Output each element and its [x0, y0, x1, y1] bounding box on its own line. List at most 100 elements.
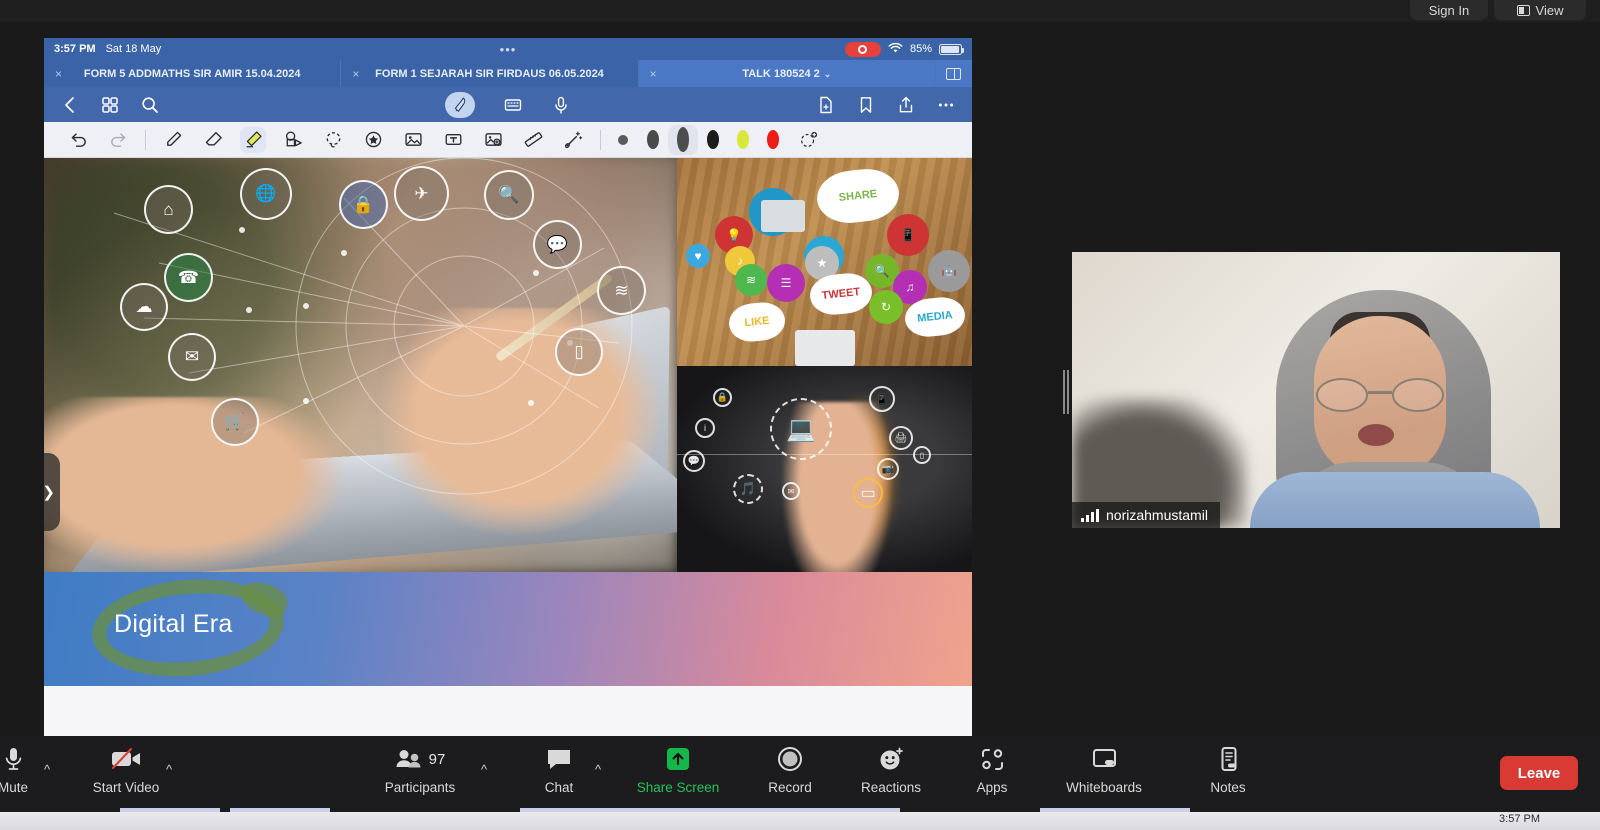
keyboard-icon[interactable]	[503, 95, 523, 115]
chat-button[interactable]: Chat	[516, 744, 602, 795]
search-icon[interactable]	[140, 95, 160, 115]
laptop-shape	[795, 330, 855, 366]
participants-icon: 97	[395, 744, 445, 774]
zoom-top-bar: Sign In View	[0, 0, 1600, 22]
tab-close-icon[interactable]: ×	[55, 67, 62, 81]
ipad-multitask-dots[interactable]: •••	[500, 42, 517, 57]
glasses	[1316, 378, 1444, 412]
share-screen-button[interactable]: Share Screen	[635, 744, 721, 795]
sidebar-toggle-icon	[946, 67, 962, 80]
record-button[interactable]: Record	[747, 744, 833, 795]
airplane-icon: ✈	[394, 166, 449, 221]
note-tab-bar: × FORM 5 ADDMATHS SIR AMIR 15.04.2024 × …	[44, 60, 972, 87]
redo-button[interactable]	[105, 127, 131, 153]
ipad-status-bar: 3:57 PM Sat 18 May ••• 85%	[44, 38, 972, 60]
apps-icon	[980, 744, 1005, 774]
shared-content-expand-handle[interactable]: ❯	[44, 453, 60, 531]
pen-tool-icon[interactable]	[445, 91, 475, 118]
hologram-camera-icon: 📷	[877, 458, 899, 480]
color-swatch-gray-small[interactable]	[608, 125, 638, 155]
list-icon: ☰	[767, 264, 805, 302]
os-clock: 3:57 PM	[1499, 813, 1540, 825]
participants-options-caret[interactable]: ^	[481, 762, 487, 777]
reactions-label: Reactions	[860, 780, 922, 795]
sidebar-toggle-button[interactable]	[935, 60, 972, 87]
eraser-tool[interactable]	[200, 127, 226, 153]
tab-form5-addmaths[interactable]: × FORM 5 ADDMATHS SIR AMIR 15.04.2024	[44, 60, 342, 87]
ipad-date: Sat 18 May	[105, 43, 162, 55]
apps-button[interactable]: Apps	[949, 744, 1035, 795]
slide-title-band: Digital Era	[44, 572, 972, 686]
record-icon	[777, 744, 803, 774]
notes-button[interactable]: Notes	[1185, 744, 1271, 795]
chevron-down-icon[interactable]: ⌄	[824, 69, 832, 79]
whiteboards-label: Whiteboards	[1066, 780, 1142, 795]
tab-label: TALK 180524 2 ⌄	[639, 68, 935, 80]
image-tool[interactable]	[400, 127, 426, 153]
add-color-icon[interactable]	[795, 127, 821, 153]
tab-close-icon[interactable]: ×	[352, 67, 359, 81]
globe-icon: 🌐	[240, 168, 292, 220]
color-swatch-gray-medium[interactable]	[638, 125, 668, 155]
sign-in-button[interactable]: Sign In	[1410, 0, 1488, 20]
hologram-printer-icon: 🖨	[889, 426, 913, 450]
chat-icon	[546, 744, 572, 774]
tab-talk-180524-2[interactable]: × TALK 180524 2 ⌄	[638, 60, 936, 87]
pencil-tool[interactable]	[160, 127, 186, 153]
bookmark-icon[interactable]	[856, 95, 876, 115]
page-bottom-margin	[44, 686, 972, 736]
view-button[interactable]: View	[1494, 0, 1586, 20]
hologram-info-icon: i	[695, 418, 715, 438]
start-video-button[interactable]: Start Video	[83, 744, 169, 795]
participants-button[interactable]: 97 Participants	[377, 744, 463, 795]
leave-button[interactable]: Leave	[1500, 756, 1578, 790]
notes-label: Notes	[1210, 780, 1246, 795]
speaker-video-tile[interactable]: norizahmustamil	[1072, 252, 1560, 528]
chat-options-caret[interactable]: ^	[595, 762, 601, 777]
chevron-left-icon[interactable]	[60, 95, 80, 115]
highlighter-tool[interactable]	[240, 126, 266, 153]
lock-icon: 🔒	[339, 180, 388, 229]
apps-label: Apps	[976, 780, 1008, 795]
navbar-center-group	[445, 91, 571, 118]
note-canvas[interactable]: ⌂ 🌐 🔒 ✈ 🔍 💬 ≋ ▯ ☎ ☁ ✉ 🛒 SHARE 💡 ♥ ♪ 📱 ★ …	[44, 158, 972, 736]
toolbar-divider	[600, 129, 601, 150]
microphone-icon[interactable]	[551, 95, 571, 115]
media-insert-tool[interactable]	[480, 127, 506, 153]
new-note-icon[interactable]	[816, 95, 836, 115]
reactions-icon	[878, 744, 905, 774]
shared-screen-content[interactable]: 3:57 PM Sat 18 May ••• 85% × FORM 5 ADDM…	[44, 38, 972, 736]
tab-close-icon[interactable]: ×	[650, 67, 657, 81]
chevron-right-icon: ❯	[44, 483, 55, 501]
mail-icon: ✉	[168, 333, 216, 381]
slide-image-row: ⌂ 🌐 🔒 ✈ 🔍 💬 ≋ ▯ ☎ ☁ ✉ 🛒 SHARE 💡 ♥ ♪ 📱 ★ …	[44, 158, 972, 572]
grid-icon[interactable]	[100, 95, 120, 115]
color-swatch-yellow[interactable]	[728, 125, 758, 155]
more-icon[interactable]	[936, 95, 956, 115]
tab-form1-sejarah[interactable]: × FORM 1 SEJARAH SIR FIRDAUS 06.05.2024	[341, 60, 639, 87]
magic-wand-tool[interactable]	[560, 127, 586, 153]
hologram-display-icon: ▭	[853, 478, 883, 508]
mute-options-caret[interactable]: ^	[44, 762, 50, 777]
lasso-tool[interactable]	[320, 127, 346, 153]
sticker-star-tool[interactable]	[360, 127, 386, 153]
share-icon[interactable]	[896, 95, 916, 115]
color-swatch-black[interactable]	[698, 125, 728, 155]
whiteboards-button[interactable]: Whiteboards	[1061, 744, 1147, 795]
microphone-icon	[3, 744, 24, 774]
video-panel-drag-handle[interactable]	[1063, 370, 1070, 414]
color-swatch-red[interactable]	[758, 125, 788, 155]
smartphone-icon: 📱	[887, 214, 929, 256]
share-screen-label: Share Screen	[636, 780, 720, 795]
chat-icon: 💬	[533, 220, 582, 269]
ruler-tool[interactable]	[520, 127, 546, 153]
notes-icon	[1217, 744, 1240, 774]
undo-button[interactable]	[65, 127, 91, 153]
screen-root: Sign In View 3:57 PM Sat 18 May ••• 85%	[0, 0, 1600, 830]
shape-tool[interactable]	[280, 127, 306, 153]
taskbar-thumb	[230, 808, 330, 812]
text-box-tool[interactable]	[440, 127, 466, 153]
reactions-button[interactable]: Reactions	[848, 744, 934, 795]
video-options-caret[interactable]: ^	[166, 762, 172, 777]
color-swatch-gray-large-selected[interactable]	[668, 124, 698, 155]
